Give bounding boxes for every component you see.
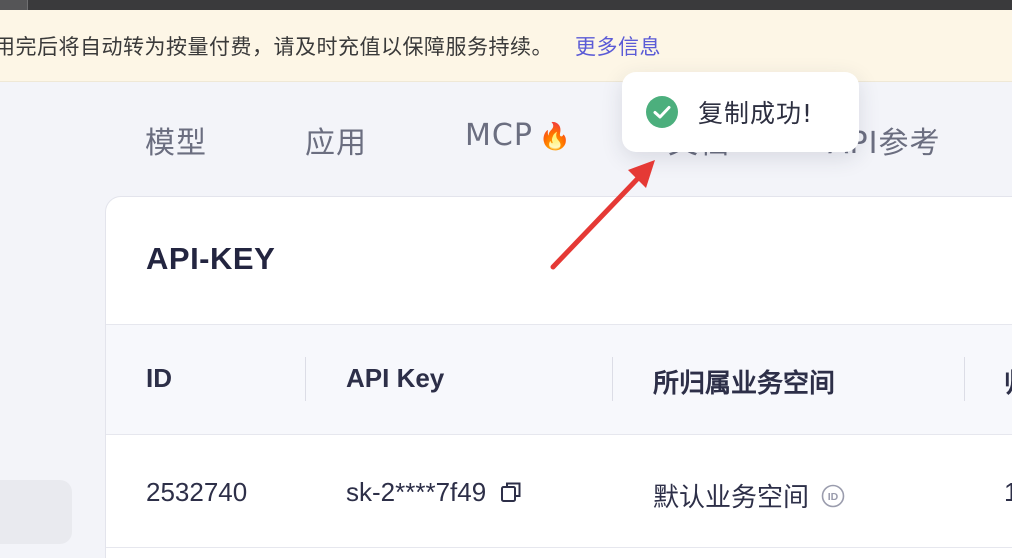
column-header-api-key: API Key (346, 363, 445, 393)
tab-mcp-label: MCP (465, 118, 533, 153)
cell-id: 2532740 (146, 477, 248, 507)
billing-notice-banner: 用完后将自动转为按量付费，请及时充值以保障服务持续。 更多信息 (0, 10, 1012, 82)
cell-api-key: sk-2****7f49 (346, 477, 522, 510)
cell-workspace: 默认业务空间 ID (653, 477, 845, 515)
fire-icon: 🔥 (538, 122, 573, 152)
table-header: ID API Key 所归属业务空间 归 (106, 325, 1012, 435)
column-header-id: ID (146, 363, 172, 393)
column-header-partial: 归 (1004, 363, 1012, 400)
banner-message: 用完后将自动转为按量付费，请及时充值以保障服务持续。 (0, 34, 553, 59)
svg-text:ID: ID (828, 491, 839, 503)
column-separator[interactable] (612, 357, 613, 401)
card-title: API-KEY (146, 241, 276, 276)
tab-models[interactable]: 模型 (145, 118, 207, 162)
check-circle-icon (646, 96, 678, 128)
tab-apps[interactable]: 应用 (305, 118, 367, 162)
window-tab[interactable] (0, 0, 28, 10)
tab-mcp[interactable]: MCP 🔥 (465, 118, 572, 153)
workspace-value: 默认业务空间 (653, 482, 810, 512)
column-header-workspace: 所归属业务空间 (653, 368, 836, 398)
cell-extra: 1 (1004, 477, 1012, 507)
window-top-bar (0, 0, 1012, 10)
copy-icon[interactable] (500, 479, 522, 510)
copy-success-toast: 复制成功! (622, 72, 859, 152)
column-separator[interactable] (305, 357, 306, 401)
toast-message: 复制成功! (698, 99, 814, 128)
main-nav-tabs: 模型 应用 MCP🔥 文档 API参考 (0, 118, 1012, 168)
sidebar-item[interactable] (0, 480, 72, 544)
more-info-link[interactable]: 更多信息 (575, 31, 661, 61)
annotation-arrow (550, 160, 655, 270)
api-key-value: sk-2****7f49 (346, 477, 487, 507)
column-separator[interactable] (964, 357, 965, 401)
id-badge-icon[interactable]: ID (821, 484, 845, 515)
row-divider (106, 547, 1012, 548)
